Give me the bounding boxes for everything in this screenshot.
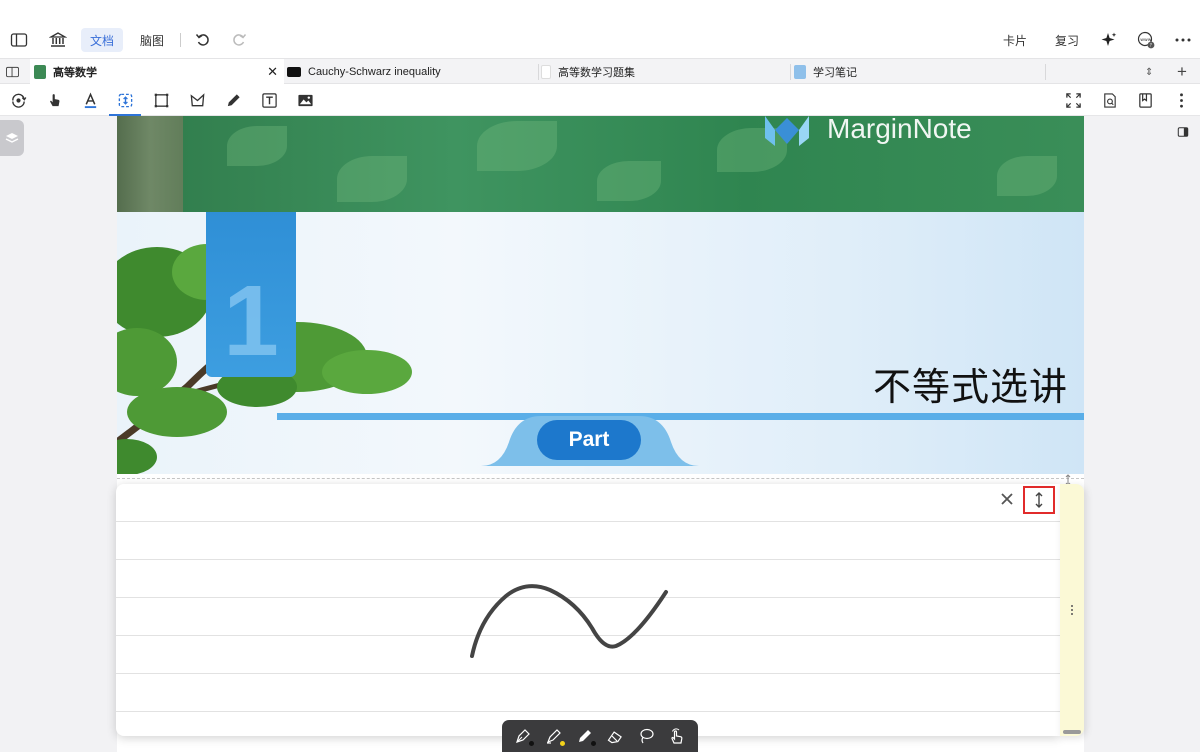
image-icon[interactable]: [295, 90, 315, 110]
terminal-icon: [287, 67, 301, 77]
cover-banner: MarginNote: [117, 116, 1084, 212]
resize-grip[interactable]: [1063, 730, 1081, 734]
marginnote-logo-icon: [765, 116, 809, 146]
divider: [1045, 64, 1046, 80]
cards-button[interactable]: 卡片: [1003, 28, 1027, 52]
tab-label: 高等数学: [53, 67, 97, 79]
layers-panel-button[interactable]: [0, 120, 24, 156]
pen-toolbar: [502, 720, 698, 752]
blank-doc-icon: [541, 65, 551, 79]
top-bar: 文档 脑图 卡片 复习 www?: [0, 0, 1200, 58]
highlighter-icon[interactable]: [543, 725, 565, 747]
annotation-toolbar: [0, 84, 1200, 116]
web-search-icon[interactable]: www?: [1137, 28, 1155, 52]
lasso-select-icon[interactable]: [187, 90, 207, 110]
document-mode-tab[interactable]: 文档: [81, 28, 124, 52]
chapter-cover: 1 不等式选讲 Part: [117, 212, 1084, 474]
handwriting-note-panel[interactable]: [116, 484, 1060, 736]
tab-document[interactable]: 学习笔记: [794, 59, 1044, 85]
chapter-number-badge: 1: [206, 212, 296, 377]
fountain-pen-icon[interactable]: [512, 725, 535, 747]
mindmap-mode-tab[interactable]: 脑图: [140, 28, 164, 52]
rotate-view-icon[interactable]: [8, 90, 28, 110]
hand-touch-icon[interactable]: [666, 725, 688, 747]
library-icon[interactable]: [49, 28, 67, 52]
tab-document[interactable]: 高等数学 ✕: [30, 59, 284, 85]
pencil-icon[interactable]: [574, 725, 596, 747]
area-select-icon[interactable]: [109, 90, 141, 116]
close-tab-icon[interactable]: ✕: [267, 64, 278, 80]
hand-pointer-icon[interactable]: [44, 90, 64, 110]
text-box-icon[interactable]: [259, 90, 279, 110]
handwriting-stroke: [470, 584, 668, 658]
add-tab-icon[interactable]: +: [1177, 59, 1191, 85]
fullscreen-icon[interactable]: [1063, 90, 1083, 110]
search-document-icon[interactable]: [1099, 90, 1119, 110]
review-button[interactable]: 复习: [1055, 28, 1079, 52]
close-icon[interactable]: [1000, 492, 1014, 506]
text-highlight-icon[interactable]: [80, 90, 100, 110]
more-menu-icon[interactable]: [1174, 28, 1192, 52]
note-side-strip[interactable]: [1060, 484, 1084, 736]
redo-icon[interactable]: [230, 28, 248, 52]
document-tab-bar: 高等数学 ✕ Cauchy-Schwarz inequality 高等数学习题集…: [0, 58, 1200, 85]
page-divider: [117, 478, 1084, 479]
tree-trunk-image: [117, 116, 183, 212]
divider: [180, 33, 181, 47]
chapter-title: 不等式选讲: [873, 365, 1069, 409]
right-panel-toggle-icon[interactable]: [1175, 124, 1191, 140]
layers-icon: [5, 133, 19, 143]
undo-icon[interactable]: [194, 28, 212, 52]
eraser-icon[interactable]: [604, 725, 626, 747]
tab-label: Cauchy-Schwarz inequality: [308, 66, 441, 78]
bookmark-icon[interactable]: [1135, 90, 1155, 110]
expand-vertical-button[interactable]: [1023, 486, 1055, 514]
tab-document[interactable]: 高等数学习题集: [541, 59, 791, 85]
part-label: Part: [537, 420, 641, 460]
more-vertical-icon[interactable]: [1171, 90, 1191, 110]
pencil-icon[interactable]: [223, 90, 243, 110]
book-green-icon: [34, 65, 46, 79]
rectangle-select-icon[interactable]: [151, 90, 171, 110]
tab-label: 学习笔记: [813, 67, 857, 79]
vertical-resize-icon: [1035, 492, 1043, 508]
divider: [538, 64, 539, 80]
brand-name: MarginNote: [827, 116, 972, 144]
split-view-icon[interactable]: [6, 59, 22, 85]
tab-document[interactable]: Cauchy-Schwarz inequality: [287, 59, 537, 85]
sidebar-toggle-icon[interactable]: [10, 28, 28, 52]
drag-handle-icon[interactable]: [1070, 604, 1074, 616]
divider: [790, 64, 791, 80]
chapter-number: 1: [223, 265, 279, 377]
ai-sparkle-icon[interactable]: [1100, 28, 1118, 52]
lasso-icon[interactable]: [635, 725, 657, 747]
brand-logo: MarginNote: [763, 116, 972, 146]
tab-list-icon[interactable]: ⇕: [1145, 59, 1157, 85]
blue-notebook-icon: [794, 65, 806, 79]
tab-label: 高等数学习题集: [558, 67, 635, 79]
